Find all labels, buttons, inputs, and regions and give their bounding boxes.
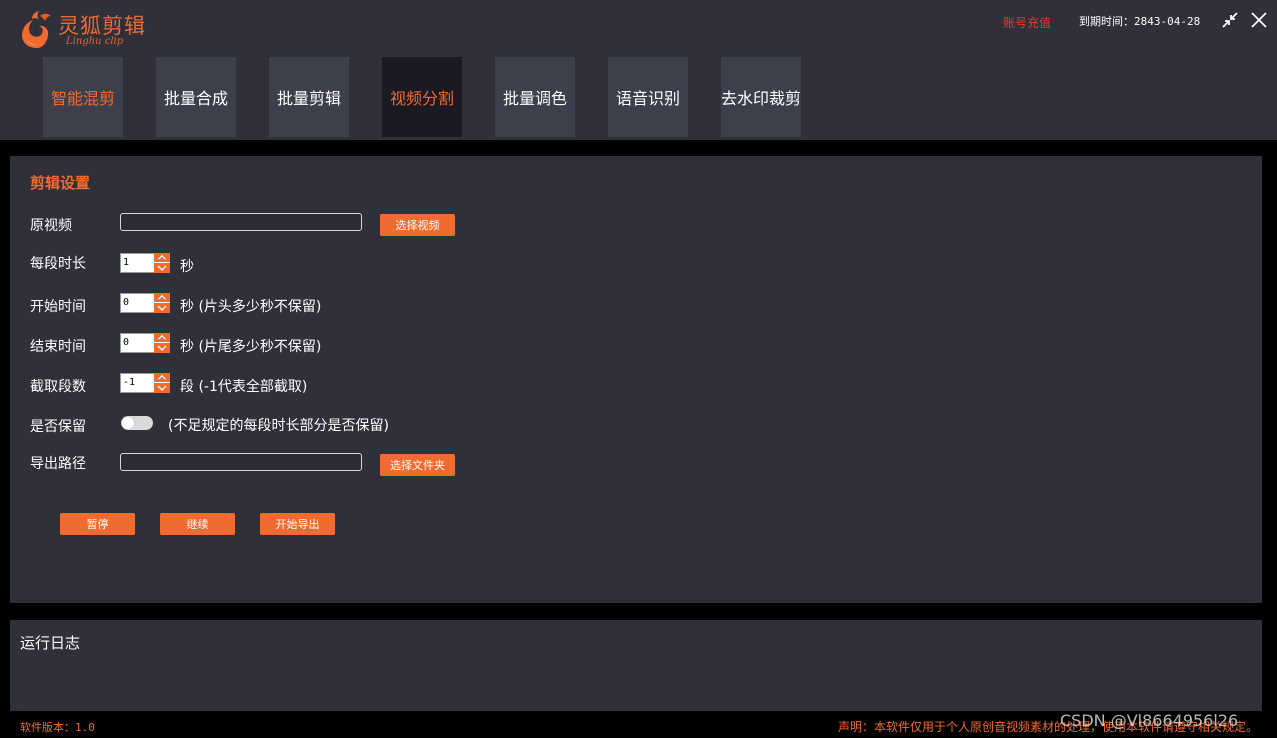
expiry-info: 到期时间：2843-04-28	[1079, 13, 1200, 29]
settings-title: 剪辑设置	[30, 174, 91, 192]
stepper-arrows	[154, 293, 170, 313]
start-time-stepper[interactable]: 0	[120, 293, 170, 313]
segment-count-value[interactable]: -1	[120, 373, 155, 393]
segment-duration-unit: 秒	[180, 259, 194, 275]
recharge-link[interactable]: 账号充值	[1003, 14, 1051, 31]
export-path-input[interactable]	[120, 453, 362, 471]
tab-batch-edit[interactable]: 批量剪辑	[269, 57, 349, 137]
tab-smart-mix[interactable]: 智能混剪	[43, 57, 123, 137]
tab-batch-compose[interactable]: 批量合成	[156, 57, 236, 137]
close-icon[interactable]	[1249, 10, 1269, 30]
version-value: 1.0	[75, 721, 95, 734]
segment-duration-stepper[interactable]: 1	[120, 253, 170, 273]
segment-count-label: 截取段数	[30, 379, 86, 395]
chevron-up-icon[interactable]	[154, 333, 170, 343]
keep-remainder-toggle[interactable]	[121, 416, 153, 430]
toggle-knob	[122, 417, 134, 429]
pause-button[interactable]: 暂停	[60, 513, 135, 535]
chevron-down-icon[interactable]	[154, 303, 170, 313]
export-path-label: 导出路径	[30, 456, 86, 472]
segment-count-unit: 段 (-1代表全部截取)	[180, 379, 308, 395]
fox-logo-icon	[22, 11, 51, 48]
end-time-stepper[interactable]: 0	[120, 333, 170, 353]
tab-speech-recognition[interactable]: 语音识别	[608, 57, 688, 137]
stepper-arrows	[154, 333, 170, 353]
select-video-button[interactable]: 选择视频	[380, 214, 455, 236]
source-video-input[interactable]	[120, 213, 362, 231]
tab-watermark-crop[interactable]: 去水印裁剪	[721, 57, 801, 137]
expiry-label: 到期时间：	[1079, 15, 1134, 28]
chevron-up-icon[interactable]	[154, 293, 170, 303]
header: 灵狐剪辑 Linghu clip 账号充值 到期时间：2843-04-28 智能…	[0, 0, 1277, 140]
chevron-up-icon[interactable]	[154, 253, 170, 263]
end-time-value[interactable]: 0	[120, 333, 155, 353]
chevron-down-icon[interactable]	[154, 383, 170, 393]
select-folder-button[interactable]: 选择文件夹	[380, 454, 455, 476]
chevron-down-icon[interactable]	[154, 263, 170, 273]
segment-duration-label: 每段时长	[30, 256, 86, 272]
resume-button[interactable]: 继续	[160, 513, 235, 535]
tab-batch-color[interactable]: 批量调色	[495, 57, 575, 137]
version-info: 软件版本：1.0	[20, 719, 95, 735]
tab-video-split[interactable]: 视频分割	[382, 57, 462, 137]
csdn-watermark: CSDN @Vl8664956l26	[1060, 711, 1239, 730]
segment-count-stepper[interactable]: -1	[120, 373, 170, 393]
source-video-label: 原视频	[30, 218, 72, 234]
end-time-label: 结束时间	[30, 339, 86, 355]
chevron-down-icon[interactable]	[154, 343, 170, 353]
minimize-collapse-icon[interactable]	[1220, 10, 1240, 30]
logo-subtitle: Linghu clip	[66, 36, 124, 47]
start-time-value[interactable]: 0	[120, 293, 155, 313]
segment-duration-value[interactable]: 1	[120, 253, 155, 273]
stepper-arrows	[154, 373, 170, 393]
app-window: 灵狐剪辑 Linghu clip 账号充值 到期时间：2843-04-28 智能…	[0, 0, 1277, 738]
start-time-label: 开始时间	[30, 299, 86, 315]
expiry-value: 2843-04-28	[1134, 15, 1201, 28]
start-time-unit: 秒 (片头多少秒不保留)	[180, 299, 322, 315]
settings-panel: 剪辑设置 原视频 选择视频 每段时长 1 秒 开始时间 0 秒 (片头多少秒不保…	[10, 156, 1262, 603]
log-title: 运行日志	[20, 634, 81, 652]
keep-remainder-label: 是否保留	[30, 419, 86, 435]
version-label: 软件版本：	[20, 721, 75, 734]
stepper-arrows	[154, 253, 170, 273]
start-export-button[interactable]: 开始导出	[260, 513, 335, 535]
chevron-up-icon[interactable]	[154, 373, 170, 383]
keep-remainder-hint: (不足规定的每段时长部分是否保留)	[168, 418, 389, 434]
end-time-unit: 秒 (片尾多少秒不保留)	[180, 339, 322, 355]
app-logo: 灵狐剪辑 Linghu clip	[18, 8, 158, 52]
log-panel: 运行日志	[10, 620, 1262, 711]
